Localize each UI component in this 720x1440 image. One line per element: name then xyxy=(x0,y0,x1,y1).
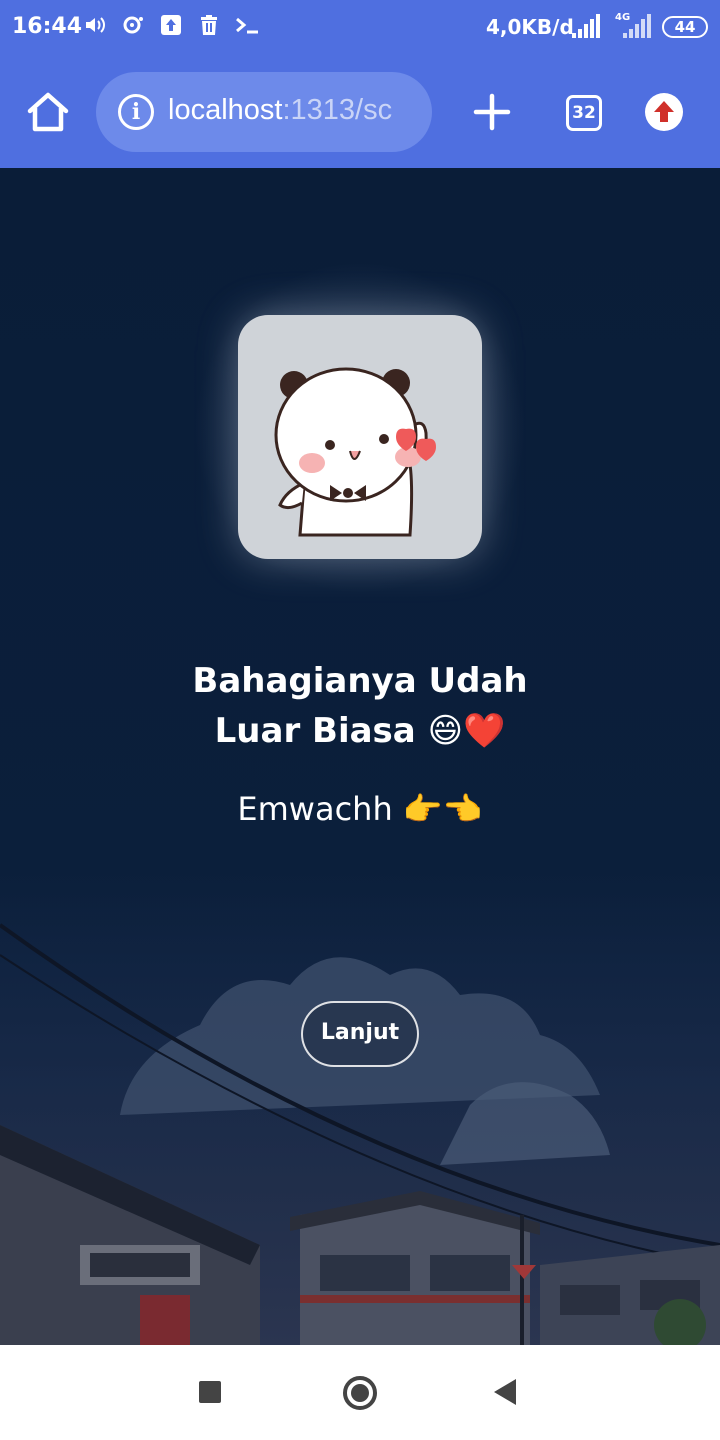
battery-indicator: 44 xyxy=(662,16,708,38)
info-icon[interactable]: i xyxy=(118,94,154,130)
status-bar: 16:44 4,0KB/d 4G 44 xyxy=(0,0,720,56)
update-button[interactable] xyxy=(645,93,683,131)
browser-chrome: 16:44 4,0KB/d 4G 44 i localhost:1313/sc … xyxy=(0,0,720,168)
headline: Bahagianya Udah Luar Biasa 😄❤️ xyxy=(60,656,660,756)
system-home-button[interactable] xyxy=(343,1376,377,1410)
notification-icons xyxy=(82,12,260,38)
url-text: localhost:1313/sc xyxy=(168,94,392,127)
sync-icon xyxy=(120,12,146,38)
volume-icon xyxy=(82,12,108,38)
back-button[interactable] xyxy=(494,1379,516,1405)
signal-icon xyxy=(572,14,602,38)
upload-icon xyxy=(158,12,184,38)
home-button[interactable] xyxy=(20,84,76,140)
recent-apps-button[interactable] xyxy=(199,1381,221,1403)
sticker-card xyxy=(238,315,482,559)
plus-icon xyxy=(473,93,511,131)
new-tab-button[interactable] xyxy=(466,82,518,142)
signal-icon-secondary xyxy=(623,14,653,38)
system-navigation-bar xyxy=(0,1345,720,1440)
web-page: Bahagianya Udah Luar Biasa 😄❤️ Emwachh 👉… xyxy=(0,168,720,1345)
browser-toolbar: i localhost:1313/sc 32 xyxy=(0,56,720,168)
trash-icon xyxy=(196,12,222,38)
town-background-illustration xyxy=(0,825,720,1345)
network-speed: 4,0KB/d xyxy=(486,15,574,39)
panda-sticker-image xyxy=(274,367,436,537)
url-host: localhost xyxy=(168,94,283,126)
headline-line-2: Luar Biasa 😄❤️ xyxy=(214,711,506,751)
arrow-up-icon xyxy=(654,101,674,122)
headline-line-1: Bahagianya Udah xyxy=(192,661,528,701)
tab-switcher-button[interactable]: 32 xyxy=(566,95,602,131)
address-bar[interactable]: i localhost:1313/sc xyxy=(96,72,432,152)
terminal-icon xyxy=(234,12,260,38)
status-time: 16:44 xyxy=(12,14,83,39)
url-path: :1313/sc xyxy=(282,94,393,126)
home-icon xyxy=(27,92,69,132)
next-button[interactable]: Lanjut xyxy=(301,1001,419,1067)
subheadline: Emwachh 👉👈 xyxy=(237,790,483,828)
